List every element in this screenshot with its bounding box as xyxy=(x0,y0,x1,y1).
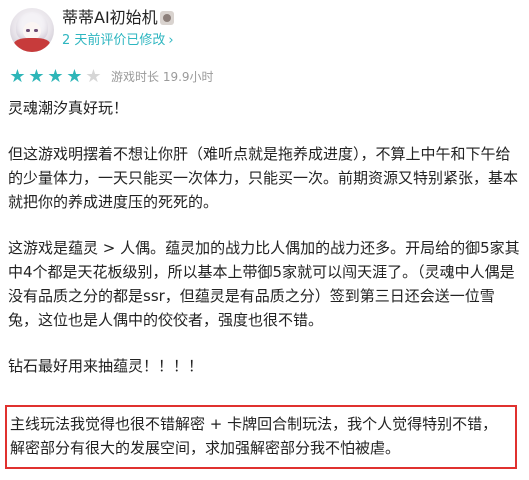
avatar-eye-left xyxy=(26,29,30,32)
playtime-label: 游戏时长 19.9小时 xyxy=(111,70,214,84)
star-rating: ★ ★ ★ ★ ★ xyxy=(8,66,103,85)
username-row[interactable]: 蒂蒂AI初始机 xyxy=(62,7,174,29)
star-empty-icon: ★ xyxy=(85,65,102,87)
highlighted-paragraph: 主线玩法我觉得也很不错解密 + 卡牌回合制玩法，我个人觉得特别不错，解密部分有很… xyxy=(5,405,517,469)
avatar-eye-right xyxy=(34,29,38,32)
chevron-right-icon: › xyxy=(168,33,174,48)
review-paragraph: 钻石最好用来抽蕴灵！！！！ xyxy=(8,357,204,375)
avatar[interactable] xyxy=(10,8,54,52)
star-filled-icon: ★ xyxy=(66,65,83,87)
rating-row: ★ ★ ★ ★ ★ 游戏时长 19.9小时 xyxy=(8,66,214,86)
review-paragraph: 但这游戏明摆着不想让你肝（难听点就是拖养成进度），不算上中午和下午给的少量体力，… xyxy=(8,145,519,211)
cat-face-icon xyxy=(159,11,174,25)
review-header: 蒂蒂AI初始机 2 天前评价已修改 › xyxy=(0,0,529,62)
edit-history-text: 2 天前评价已修改 xyxy=(62,33,166,48)
star-filled-icon: ★ xyxy=(47,65,64,87)
review-body: 灵魂潮汐真好玩！ 但这游戏明摆着不想让你肝（难听点就是拖养成进度），不算上中午和… xyxy=(8,96,520,400)
star-filled-icon: ★ xyxy=(9,65,26,87)
avatar-ribbon xyxy=(14,38,50,52)
edit-history-link[interactable]: 2 天前评价已修改 › xyxy=(62,32,174,50)
username[interactable]: 蒂蒂AI初始机 xyxy=(62,8,158,27)
review-paragraph: 这游戏是蕴灵 > 人偶。蕴灵加的战力比人偶加的战力还多。开局给的御5家其中4个都… xyxy=(8,239,520,329)
review-title: 灵魂潮汐真好玩！ xyxy=(8,99,129,117)
star-filled-icon: ★ xyxy=(28,65,45,87)
